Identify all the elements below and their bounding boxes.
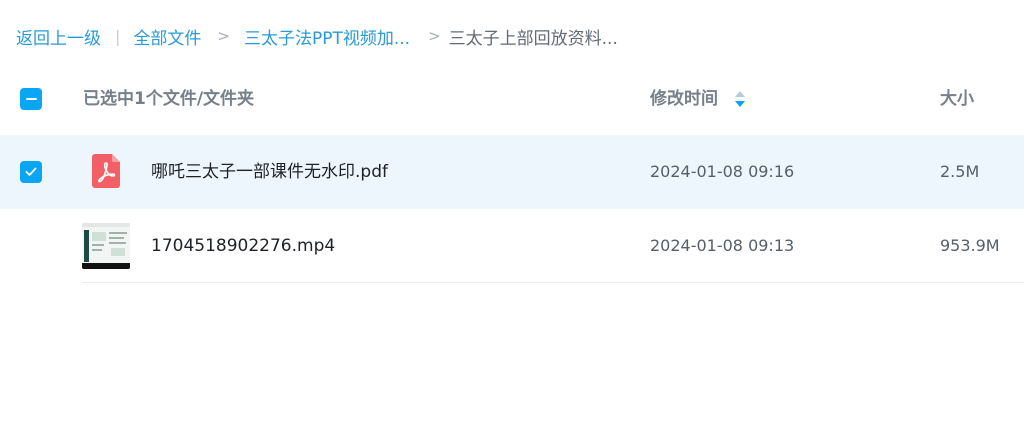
sort-icon[interactable] — [734, 90, 746, 108]
pdf-file-icon — [92, 154, 120, 188]
breadcrumb-divider: | — [115, 26, 121, 46]
row-checkbox[interactable] — [20, 161, 42, 183]
file-name[interactable]: 哪吒三太子一部课件无水印.pdf — [151, 162, 388, 182]
chevron-right-icon: > — [217, 27, 230, 45]
file-size: 953.9M — [940, 236, 1000, 255]
column-modified-time[interactable]: 修改时间 — [650, 89, 718, 109]
breadcrumb: 返回上一级 | 全部文件 > 三太子法PPT视频加... > 三太子上部回放资料… — [16, 22, 618, 50]
select-all-checkbox[interactable] — [20, 88, 42, 110]
video-thumbnail — [82, 223, 130, 269]
file-size: 2.5M — [940, 162, 980, 181]
file-name[interactable]: 1704518902276.mp4 — [151, 236, 335, 256]
breadcrumb-all-files[interactable]: 全部文件 — [133, 24, 201, 49]
file-row[interactable]: 哪吒三太子一部课件无水印.pdf 2024-01-08 09:16 2.5M — [0, 135, 1024, 209]
minus-icon — [25, 98, 37, 100]
breadcrumb-current: 三太子上部回放资料... — [448, 28, 618, 49]
row-divider — [82, 282, 1024, 283]
column-size[interactable]: 大小 — [940, 89, 974, 109]
breadcrumb-folder[interactable]: 三太子法PPT视频加... — [244, 24, 410, 49]
back-link[interactable]: 返回上一级 — [16, 24, 101, 49]
selection-count-label: 已选中1个文件/文件夹 — [83, 89, 255, 109]
chevron-right-icon: > — [428, 27, 441, 45]
check-icon — [25, 167, 37, 176]
file-row[interactable]: 1704518902276.mp4 2024-01-08 09:13 953.9… — [0, 209, 1024, 283]
file-modified-time: 2024-01-08 09:16 — [650, 162, 795, 181]
file-list-header: 已选中1个文件/文件夹 修改时间 大小 — [0, 74, 1024, 124]
file-modified-time: 2024-01-08 09:13 — [650, 236, 795, 255]
